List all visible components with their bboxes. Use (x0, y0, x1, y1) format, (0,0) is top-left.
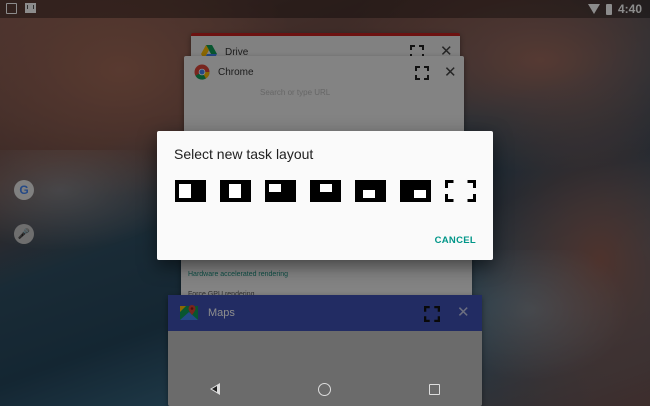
task-layout-dialog: Select new task layout CANCEL (157, 131, 493, 260)
layout-left-half[interactable] (175, 180, 206, 202)
layout-options (175, 180, 476, 202)
layout-top-left[interactable] (265, 180, 296, 202)
layout-left-third[interactable] (220, 180, 251, 202)
layout-bottom-center[interactable] (355, 180, 386, 202)
navigation-bar (168, 372, 482, 406)
layout-top-center[interactable] (310, 180, 341, 202)
fullscreen-icon (445, 180, 476, 202)
layout-fullscreen[interactable] (445, 180, 476, 202)
recents-icon[interactable] (429, 384, 440, 395)
layout-bottom-right[interactable] (400, 180, 431, 202)
back-icon[interactable] (210, 383, 220, 395)
home-icon[interactable] (318, 383, 331, 396)
cancel-button[interactable]: CANCEL (435, 235, 476, 246)
dialog-title: Select new task layout (174, 146, 314, 162)
